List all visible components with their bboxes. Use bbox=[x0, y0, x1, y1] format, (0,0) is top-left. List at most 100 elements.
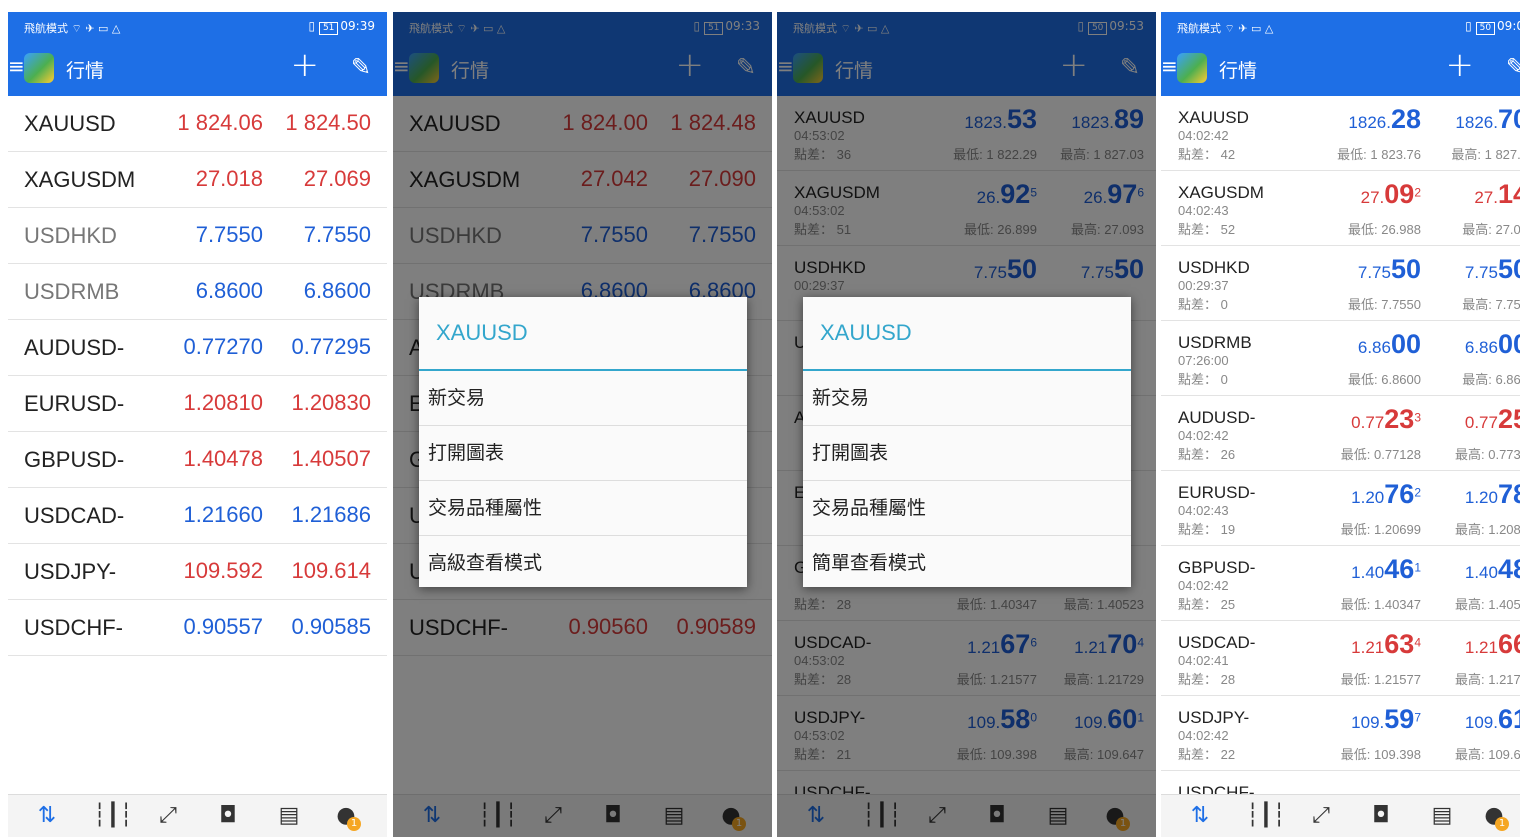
bid-price: 1.21634 bbox=[1316, 629, 1421, 660]
price-fraction: 1 bbox=[1414, 560, 1421, 575]
menu-item-new-order[interactable]: 新交易 bbox=[419, 371, 747, 426]
quote-row[interactable]: USDJPY-04:02:42點差： 22109.597109.61最低: 10… bbox=[1161, 696, 1520, 771]
quote-row[interactable]: AUDUSD- 0.77270 0.77295 bbox=[8, 320, 387, 376]
bid-price: 1.40478 bbox=[183, 446, 263, 471]
symbol-name: USDRMB bbox=[24, 279, 120, 304]
app-bar: ≡ 行情 + ✎ bbox=[1161, 42, 1520, 96]
spread-value: 點差： 22 bbox=[1178, 747, 1236, 762]
price-main: 1826. bbox=[1348, 113, 1391, 132]
price-main: 1.21 bbox=[1464, 638, 1498, 657]
price-fraction: 2 bbox=[1414, 185, 1421, 200]
history-icon[interactable]: ◘ bbox=[213, 803, 243, 828]
quote-row[interactable]: AUDUSD-04:02:42點差： 260.772330.7725最低: 0.… bbox=[1161, 396, 1520, 471]
low-price: 最低: 0.77128 bbox=[1340, 447, 1421, 462]
quote-row[interactable]: EURUSD- 1.20810 1.20830 bbox=[8, 376, 387, 432]
trade-icon[interactable]: ⤢ bbox=[153, 803, 183, 828]
price-big-digits: 50 bbox=[1497, 254, 1520, 284]
menu-item-symbol-properties[interactable]: 交易品種屬性 bbox=[419, 481, 747, 536]
bid-price: 6.8600 bbox=[195, 278, 263, 303]
bid-price: 27.018 bbox=[195, 166, 263, 191]
low-price: 最低: 26.988 bbox=[1348, 222, 1421, 237]
symbol-name: USDRMB bbox=[1178, 333, 1252, 352]
plus-icon[interactable]: + bbox=[291, 48, 320, 82]
price-main: 7.75 bbox=[1357, 263, 1391, 282]
chart-candles-icon[interactable]: ┆┃┆ bbox=[93, 803, 133, 828]
price-main: 109. bbox=[1464, 713, 1498, 732]
quote-row[interactable]: USDCHF- 0.90557 0.90585 bbox=[8, 600, 387, 656]
quotes-icon[interactable]: ⇅ bbox=[32, 803, 62, 828]
history-icon[interactable]: ◘ bbox=[1366, 803, 1396, 828]
bid-price: 0.90557 bbox=[183, 614, 263, 639]
quote-row[interactable]: USDHKD00:29:37點差： 07.75507.7550最低: 7.755… bbox=[1161, 246, 1520, 321]
quote-row[interactable]: USDRMB 6.8600 6.8600 bbox=[8, 264, 387, 320]
menu-item-symbol-properties[interactable]: 交易品種屬性 bbox=[803, 481, 1131, 536]
quote-row[interactable]: USDHKD 7.7550 7.7550 bbox=[8, 208, 387, 264]
menu-item-advanced-view[interactable]: 高級查看模式 bbox=[419, 536, 747, 590]
spread-value: 點差： 26 bbox=[1178, 447, 1236, 462]
high-price: 最高: 7.755 bbox=[1462, 297, 1520, 312]
airplane-mode-label: 飛航模式 bbox=[24, 22, 68, 35]
quote-time: 07:26:00 bbox=[1178, 353, 1229, 368]
bid-price: 109.597 bbox=[1316, 704, 1421, 735]
quotes-icon[interactable]: ⇅ bbox=[1185, 803, 1215, 828]
low-price: 最低: 1.21577 bbox=[1340, 672, 1421, 687]
quote-row[interactable]: GBPUSD- 1.40478 1.40507 bbox=[8, 432, 387, 488]
high-price: 最高: 6.860 bbox=[1462, 372, 1520, 387]
bid-price: 1826.28 bbox=[1316, 104, 1421, 135]
clock: 09:39 bbox=[340, 19, 375, 33]
price-big-digits: 61 bbox=[1497, 704, 1520, 734]
ask-price: 1.40507 bbox=[291, 446, 371, 471]
high-price: 最高: 0.7731 bbox=[1455, 447, 1520, 462]
high-price: 最高: 109.63 bbox=[1455, 747, 1520, 762]
bid-price: 0.77233 bbox=[1316, 404, 1421, 435]
bid-price: 7.7550 bbox=[1316, 254, 1421, 285]
low-price: 最低: 1.40347 bbox=[1340, 597, 1421, 612]
symbol-name: AUDUSD- bbox=[24, 335, 125, 360]
menu-icon[interactable]: ≡ bbox=[8, 54, 25, 78]
ask-price: 1.2166 bbox=[1426, 629, 1520, 660]
quote-row[interactable]: XAUUSD04:02:42點差： 421826.281826.70最低: 1 … bbox=[1161, 96, 1520, 171]
quote-row[interactable]: USDJPY- 109.592 109.614 bbox=[8, 544, 387, 600]
trade-icon[interactable]: ⤢ bbox=[1306, 803, 1336, 828]
notification-badge: 1 bbox=[1495, 817, 1509, 831]
chart-candles-icon[interactable]: ┆┃┆ bbox=[1246, 803, 1286, 828]
price-fraction: 7 bbox=[1414, 710, 1421, 725]
news-icon[interactable]: ▤ bbox=[1427, 803, 1457, 828]
bid-price: 6.8600 bbox=[1316, 329, 1421, 360]
quote-time: 04:02:42 bbox=[1178, 728, 1229, 743]
bid-price: 1.40461 bbox=[1316, 554, 1421, 585]
symbol-name: EURUSD- bbox=[1178, 483, 1256, 502]
low-price: 最低: 7.7550 bbox=[1348, 297, 1421, 312]
price-big-digits: 09 bbox=[1384, 179, 1415, 209]
quote-row[interactable]: GBPUSD-04:02:42點差： 251.404611.4048最低: 1.… bbox=[1161, 546, 1520, 621]
battery-icon: 51 bbox=[318, 22, 339, 35]
page-title: 行情 bbox=[66, 60, 105, 82]
ask-price: 7.7550 bbox=[1426, 254, 1520, 285]
news-icon[interactable]: ▤ bbox=[274, 803, 304, 828]
ask-price: 0.90585 bbox=[291, 614, 371, 639]
menu-icon[interactable]: ≡ bbox=[1161, 54, 1178, 78]
airplane-mode-label: 飛航模式 bbox=[1177, 22, 1221, 35]
ask-price: 109.614 bbox=[291, 558, 371, 583]
low-price: 最低: 1.20699 bbox=[1340, 522, 1421, 537]
menu-item-simple-view[interactable]: 簡單查看模式 bbox=[803, 536, 1131, 590]
quote-row[interactable]: XAGUSDM 27.018 27.069 bbox=[8, 152, 387, 208]
quote-row[interactable]: USDCHF- bbox=[1161, 771, 1520, 795]
pencil-icon[interactable]: ✎ bbox=[1506, 53, 1520, 81]
menu-item-open-chart[interactable]: 打開圖表 bbox=[419, 426, 747, 481]
quote-row[interactable]: USDCAD-04:02:41點差： 281.216341.2166最低: 1.… bbox=[1161, 621, 1520, 696]
plus-icon[interactable]: + bbox=[1446, 48, 1475, 82]
clock: 09:0 bbox=[1497, 19, 1520, 33]
price-main: 0.77 bbox=[1351, 413, 1385, 432]
quote-time: 04:02:43 bbox=[1178, 203, 1229, 218]
quote-row[interactable]: EURUSD-04:02:43點差： 191.207621.2078最低: 1.… bbox=[1161, 471, 1520, 546]
quote-row[interactable]: USDCAD- 1.21660 1.21686 bbox=[8, 488, 387, 544]
pencil-icon[interactable]: ✎ bbox=[351, 53, 371, 81]
quote-row[interactable]: XAUUSD 1 824.06 1 824.50 bbox=[8, 96, 387, 152]
menu-item-new-order[interactable]: 新交易 bbox=[803, 371, 1131, 426]
quote-row[interactable]: XAGUSDM04:02:43點差： 5227.09227.14最低: 26.9… bbox=[1161, 171, 1520, 246]
high-price: 最高: 1.4052 bbox=[1455, 597, 1520, 612]
menu-item-open-chart[interactable]: 打開圖表 bbox=[803, 426, 1131, 481]
symbol-name: GBPUSD- bbox=[24, 447, 125, 472]
quote-row[interactable]: USDRMB07:26:00點差： 06.86006.8600最低: 6.860… bbox=[1161, 321, 1520, 396]
